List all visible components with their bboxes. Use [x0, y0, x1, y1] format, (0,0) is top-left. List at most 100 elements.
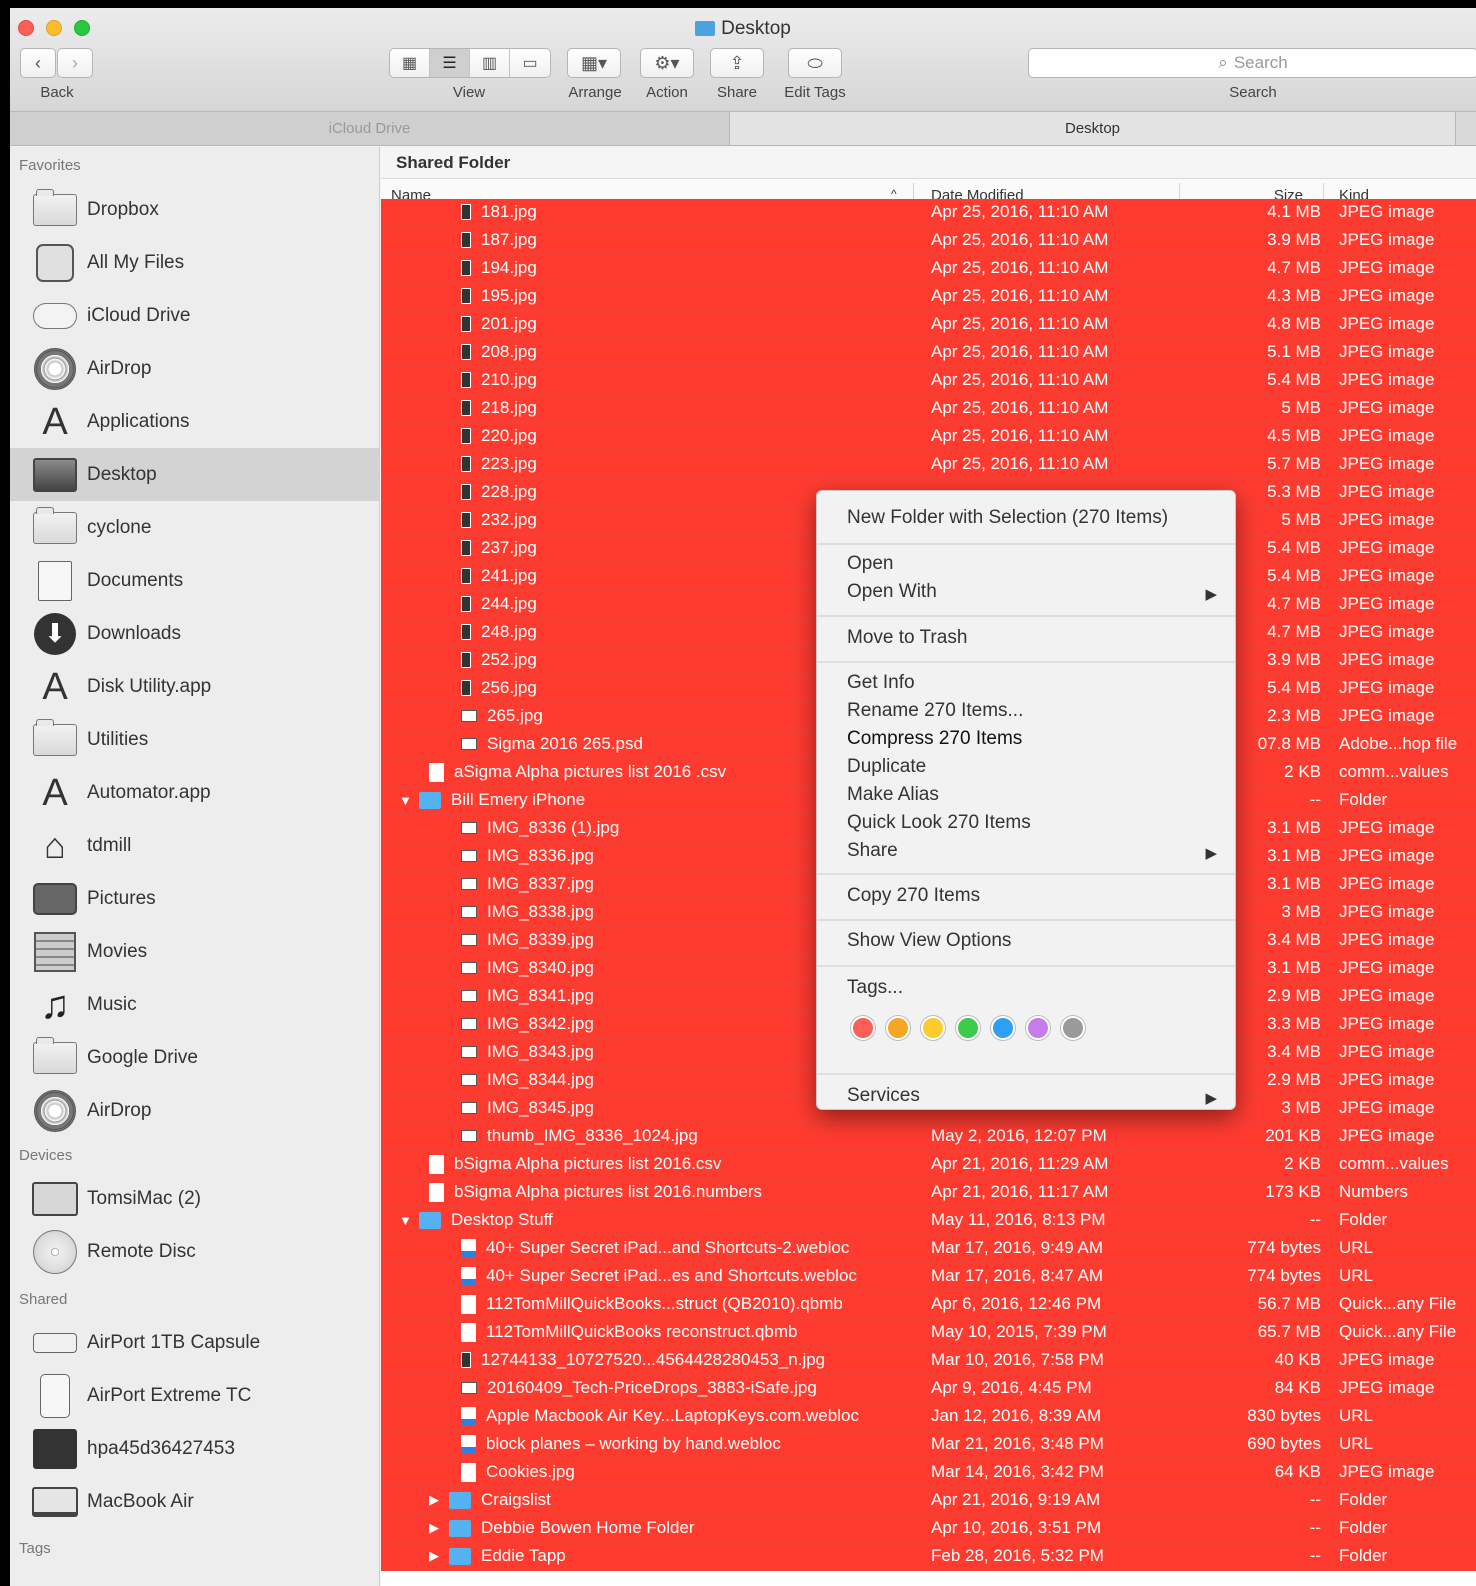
path-tab-icloud[interactable]: iCloud Drive [10, 112, 730, 145]
menu-copy[interactable]: Copy 270 Items [847, 885, 980, 907]
sidebar-item-desktop[interactable]: Desktop [10, 448, 379, 501]
table-row[interactable]: ▼ Desktop Stuff May 11, 2016, 8:13 PM -- Fol… [381, 1207, 1476, 1235]
table-row[interactable]: 208.jpg Apr 25, 2016, 11:10 AM 5.1 MB JPEG … [381, 339, 1476, 367]
size-cell: 173 KB [1265, 1182, 1321, 1201]
sidebar-item-hpa45d36427453[interactable]: hpa45d36427453 [10, 1422, 379, 1475]
sidebar-item-google-drive[interactable]: Google Drive [10, 1031, 379, 1084]
table-row[interactable]: 220.jpg Apr 25, 2016, 11:10 AM 4.5 MB JPEG … [381, 423, 1476, 451]
table-row[interactable]: 181.jpg Apr 25, 2016, 11:10 AM 4.1 MB JPEG … [381, 199, 1476, 227]
sidebar-item-disk-utility-app[interactable]: A Disk Utility.app [10, 660, 379, 713]
sidebar-item-documents[interactable]: Documents [10, 554, 379, 607]
sidebar-item-airdrop[interactable]: AirDrop [10, 342, 379, 395]
tag-color-dot[interactable] [886, 1016, 910, 1040]
sidebar-item-utilities[interactable]: Utilities [10, 713, 379, 766]
kind-cell: JPEG image [1339, 258, 1435, 277]
sidebar-item-tomsimac-2[interactable]: TomsiMac (2) [10, 1172, 379, 1225]
sidebar-item-all-my-files[interactable]: All My Files [10, 236, 379, 289]
table-row[interactable]: block planes – working by hand.webloc Mar… [381, 1431, 1476, 1459]
sidebar-item-applications[interactable]: A Applications [10, 395, 379, 448]
disclosure-closed-icon[interactable]: ▶ [429, 1548, 443, 1564]
table-row[interactable]: 187.jpg Apr 25, 2016, 11:10 AM 3.9 MB JPEG … [381, 227, 1476, 255]
tag-color-dot[interactable] [991, 1016, 1015, 1040]
tag-color-dot[interactable] [956, 1016, 980, 1040]
table-row[interactable]: 112TomMillQuickBooks...struct (QB2010).q… [381, 1291, 1476, 1319]
menu-get-info[interactable]: Get Info [847, 672, 915, 694]
disclosure-open-icon[interactable]: ▼ [399, 793, 413, 808]
airdrop-icon [32, 347, 78, 390]
file-icon [429, 1182, 444, 1202]
disclosure-open-icon[interactable]: ▼ [399, 1213, 413, 1228]
sidebar-item-airport-extreme-tc[interactable]: AirPort Extreme TC [10, 1369, 379, 1422]
sidebar-item-music[interactable]: ♫ Music [10, 978, 379, 1031]
table-row[interactable]: Apple Macbook Air Key...LaptopKeys.com.w… [381, 1403, 1476, 1431]
tag-color-dot[interactable] [921, 1016, 945, 1040]
table-row[interactable]: 12744133_10727520...4564428280453_n.jpg M… [381, 1347, 1476, 1375]
sidebar-item-cyclone[interactable]: cyclone [10, 501, 379, 554]
sidebar-item-airdrop[interactable]: AirDrop [10, 1084, 379, 1137]
table-row[interactable]: 20160409_Tech-PriceDrops_3883-iSafe.jpg A… [381, 1375, 1476, 1403]
kind-cell: Quick...any File [1339, 1322, 1457, 1341]
sidebar-item-tdmill[interactable]: ⌂ tdmill [10, 819, 379, 872]
table-row[interactable]: 201.jpg Apr 25, 2016, 11:10 AM 4.8 MB JPEG … [381, 311, 1476, 339]
file-icon [461, 1294, 476, 1314]
table-row[interactable]: ▶ Craigslist Apr 21, 2016, 9:19 AM -- Folder [381, 1487, 1476, 1515]
file-name: 248.jpg [481, 622, 537, 641]
tag-color-dot[interactable] [1026, 1016, 1050, 1040]
path-tab-desktop[interactable]: Desktop [730, 112, 1456, 145]
table-row[interactable]: ▶ Debbie Bowen Home Folder Apr 10, 2016, 3… [381, 1515, 1476, 1543]
menu-open[interactable]: Open [847, 553, 893, 575]
menu-make-alias[interactable]: Make Alias [847, 784, 939, 806]
menu-quick-look[interactable]: Quick Look 270 Items [847, 812, 1031, 834]
back-button[interactable]: ‹ [20, 48, 56, 78]
disclosure-closed-icon[interactable]: ▶ [429, 1520, 443, 1536]
table-row[interactable]: Cookies.jpg Mar 14, 2016, 3:42 PM 64 KB JPE… [381, 1459, 1476, 1487]
sidebar-item-dropbox[interactable]: Dropbox [10, 183, 379, 236]
action-button[interactable]: ⚙▾ [640, 48, 694, 78]
file-name: IMG_8338.jpg [487, 902, 594, 921]
sidebar-item-pictures[interactable]: Pictures [10, 872, 379, 925]
menu-duplicate[interactable]: Duplicate [847, 756, 926, 778]
menu-share[interactable]: Share [847, 840, 898, 862]
coverflow-view-button[interactable]: ▭ [510, 49, 550, 77]
share-button[interactable]: ⇪ [710, 48, 764, 78]
column-view-button[interactable]: ▥ [470, 49, 510, 77]
menu-rename[interactable]: Rename 270 Items... [847, 700, 1023, 722]
list-view-button[interactable]: ☰ [430, 49, 470, 77]
edit-tags-button[interactable]: ⬭ [788, 48, 842, 78]
sidebar-item-automator-app[interactable]: A Automator.app [10, 766, 379, 819]
table-row[interactable]: 218.jpg Apr 25, 2016, 11:10 AM 5 MB JPEG im… [381, 395, 1476, 423]
size-cell: 830 bytes [1247, 1406, 1321, 1425]
table-row[interactable]: 112TomMillQuickBooks reconstruct.qbmb May… [381, 1319, 1476, 1347]
menu-tags[interactable]: Tags... [847, 977, 903, 999]
arrange-button[interactable]: ▦▾ [567, 48, 621, 78]
menu-show-view-options[interactable]: Show View Options [847, 930, 1011, 952]
table-row[interactable]: bSigma Alpha pictures list 2016.csv Apr 2… [381, 1151, 1476, 1179]
table-row[interactable]: bSigma Alpha pictures list 2016.numbers A… [381, 1179, 1476, 1207]
icon-view-button[interactable]: ▦ [390, 49, 430, 77]
forward-button[interactable]: › [57, 48, 93, 78]
table-row[interactable]: thumb_IMG_8336_1024.jpg May 2, 2016, 12:0… [381, 1123, 1476, 1151]
table-row[interactable]: 223.jpg Apr 25, 2016, 11:10 AM 5.7 MB JPEG … [381, 451, 1476, 479]
table-row[interactable]: 40+ Super Secret iPad...and Shortcuts-2.… [381, 1235, 1476, 1263]
sidebar-item-remote-disc[interactable]: Remote Disc [10, 1225, 379, 1278]
table-row[interactable]: 40+ Super Secret iPad...es and Shortcuts… [381, 1263, 1476, 1291]
sidebar-item-macbook-air[interactable]: MacBook Air [10, 1475, 379, 1528]
menu-services[interactable]: Services [847, 1085, 920, 1107]
table-row[interactable]: ▶ Eddie Tapp Feb 28, 2016, 5:32 PM -- Folder [381, 1543, 1476, 1571]
sidebar-item-downloads[interactable]: ⬇ Downloads [10, 607, 379, 660]
menu-open-with[interactable]: Open With [847, 581, 1217, 603]
menu-compress[interactable]: Compress 270 Items [847, 728, 1022, 750]
search-input[interactable]: ⌕ Search [1028, 48, 1476, 78]
menu-new-folder-with-selection[interactable]: New Folder with Selection (270 Items) [847, 507, 1168, 529]
sidebar-item-movies[interactable]: Movies [10, 925, 379, 978]
table-row[interactable]: 195.jpg Apr 25, 2016, 11:10 AM 4.3 MB JPEG … [381, 283, 1476, 311]
sidebar-item-airport-1tb-capsule[interactable]: AirPort 1TB Capsule [10, 1316, 379, 1369]
table-row[interactable]: 210.jpg Apr 25, 2016, 11:10 AM 5.4 MB JPEG … [381, 367, 1476, 395]
table-row[interactable]: 194.jpg Apr 25, 2016, 11:10 AM 4.7 MB JPEG … [381, 255, 1476, 283]
disclosure-closed-icon[interactable]: ▶ [429, 1492, 443, 1508]
tag-color-dot[interactable] [851, 1016, 875, 1040]
kind-cell: URL [1339, 1238, 1374, 1257]
tag-color-dot[interactable] [1061, 1016, 1085, 1040]
sidebar-item-icloud-drive[interactable]: iCloud Drive [10, 289, 379, 342]
menu-move-to-trash[interactable]: Move to Trash [847, 627, 967, 649]
